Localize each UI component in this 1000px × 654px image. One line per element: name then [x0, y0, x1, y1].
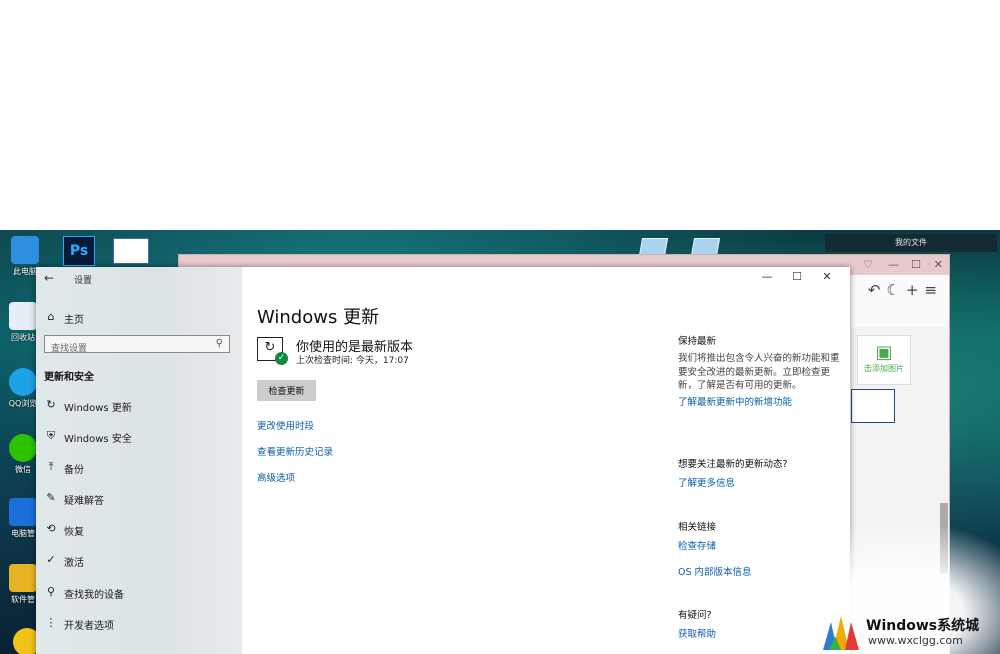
shirt-icon[interactable]: ♡	[863, 258, 873, 271]
minimize-button[interactable]: —	[752, 270, 782, 283]
watermark-title: Windows系统城	[866, 618, 980, 634]
menu-icon[interactable]: ≡	[924, 281, 943, 299]
window-controls: — ☐ ✕	[752, 270, 842, 283]
watermark-url: www.wxclgg.com	[868, 634, 963, 647]
whats-new-link[interactable]: 了解最新更新中的新增功能	[678, 394, 792, 408]
developer-icon: ⋮	[45, 616, 57, 629]
help-heading: 有疑问?	[678, 610, 712, 621]
search-settings-box[interactable]: ⚲	[44, 335, 230, 356]
related-links-heading: 相关链接	[678, 522, 717, 533]
document-thumbnail-icon[interactable]	[113, 238, 149, 264]
stay-current-text: 我们将推出包含令人兴奋的新功能和重要安全改进的最新更新。立即检查更新，了解是否有…	[678, 353, 840, 391]
qq-browser-icon	[9, 368, 37, 396]
wrench-icon: ✎	[46, 491, 56, 504]
image-icon: ▣	[875, 342, 893, 363]
search-icon[interactable]: ⚲	[216, 338, 223, 349]
shield-icon: ⛨	[46, 429, 56, 442]
back-arrow-icon[interactable]: ←	[44, 271, 54, 285]
view-update-history-link[interactable]: 查看更新历史记录	[257, 444, 333, 458]
nav-item-label: 开发者选项	[64, 621, 114, 632]
blank-top-area	[0, 0, 1000, 230]
page-title: Windows 更新	[257, 307, 380, 328]
check-badge-icon: ✓	[275, 352, 288, 365]
nav-item-windows-security[interactable]: ⛨ Windows 安全	[36, 424, 242, 448]
software-manager-icon	[9, 564, 37, 592]
nav-item-recovery[interactable]: ⟲ 恢复	[36, 517, 242, 541]
minimize-icon[interactable]: —	[888, 258, 899, 271]
learn-more-link[interactable]: 了解更多信息	[678, 475, 735, 489]
photoshop-icon[interactable]: Ps	[63, 236, 95, 266]
nav-item-windows-update[interactable]: ↻ Windows 更新	[36, 393, 242, 417]
nav-item-label: Windows 安全	[64, 434, 132, 445]
settings-sidebar: ← 设置 ⌂ 主页 ⚲ 更新和安全 ↻ Windows 更新 ⛨ Windows…	[36, 267, 242, 654]
add-image-label: 击添加图片	[864, 364, 904, 373]
my-files-panel[interactable]: 我的文件	[825, 234, 997, 252]
nav-item-label: 疑难解答	[64, 496, 104, 507]
nav-item-label: 激活	[64, 558, 84, 569]
news-heading: 想要关注最新的更新动态?	[678, 459, 788, 470]
advanced-options-link[interactable]: 高级选项	[257, 470, 295, 484]
pc-manager-icon	[9, 498, 37, 526]
refresh-icon: ↻	[46, 398, 56, 411]
nav-item-home[interactable]: ⌂ 主页	[36, 305, 242, 329]
change-active-hours-link[interactable]: 更改使用时段	[257, 418, 314, 432]
nav-item-label: 恢复	[64, 527, 84, 538]
os-build-info-link[interactable]: OS 内部版本信息	[678, 564, 752, 578]
check-circle-icon: ✓	[46, 553, 56, 566]
section-heading: 更新和安全	[44, 372, 94, 383]
nav-item-label: Windows 更新	[64, 403, 132, 414]
maximize-button[interactable]: ☐	[782, 270, 812, 283]
nav-item-label: 备份	[64, 465, 84, 476]
image-thumbnail[interactable]	[851, 389, 895, 423]
home-icon: ⌂	[47, 310, 55, 323]
nav-item-activation[interactable]: ✓ 激活	[36, 548, 242, 572]
backup-arrow-icon: ⤒	[48, 460, 54, 473]
check-for-updates-button[interactable]: 检查更新	[257, 380, 316, 401]
history-icon: ⟲	[46, 522, 56, 535]
nav-item-label: 查找我的设备	[64, 590, 124, 601]
background-window-toolbar: ↶☾+≡	[868, 281, 943, 299]
nav-item-label: 主页	[64, 315, 84, 326]
nav-item-troubleshoot[interactable]: ✎ 疑难解答	[36, 486, 242, 510]
plus-icon[interactable]: +	[906, 281, 925, 299]
recycle-bin-icon	[9, 302, 37, 330]
add-image-box[interactable]: ▣ 击添加图片	[857, 335, 911, 385]
get-help-link[interactable]: 获取帮助	[678, 626, 716, 640]
wechat-icon	[9, 434, 37, 462]
last-checked-text: 上次检查时间: 今天，17:07	[296, 356, 409, 366]
check-storage-link[interactable]: 检查存储	[678, 538, 716, 552]
nav-item-developer-options[interactable]: ⋮ 开发者选项	[36, 611, 242, 635]
close-icon[interactable]: ✕	[934, 258, 943, 271]
close-button[interactable]: ✕	[812, 270, 842, 283]
settings-window: ← 设置 ⌂ 主页 ⚲ 更新和安全 ↻ Windows 更新 ⛨ Windows…	[36, 267, 850, 654]
nav-item-find-my-device[interactable]: ⚲ 查找我的设备	[36, 580, 242, 604]
app-title: 设置	[74, 276, 93, 286]
nav-item-backup[interactable]: ⤒ 备份	[36, 455, 242, 479]
person-location-icon: ⚲	[46, 585, 56, 598]
stay-current-heading: 保持最新	[678, 336, 717, 347]
moon-icon[interactable]: ☾	[886, 281, 905, 299]
computer-icon	[11, 236, 39, 264]
undo-icon[interactable]: ↶	[868, 281, 887, 299]
search-input[interactable]	[51, 342, 211, 356]
maximize-icon[interactable]: ☐	[911, 258, 921, 271]
watermark-logo-icon	[823, 616, 859, 650]
